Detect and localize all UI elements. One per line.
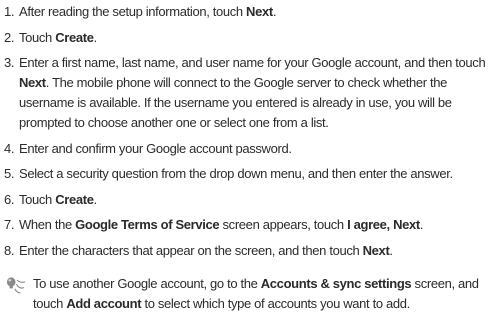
- text-run: Enter a first name, last name, and user …: [19, 55, 486, 70]
- bold-term: Accounts & sync settings: [260, 276, 412, 291]
- bold-term: Next: [19, 75, 46, 90]
- bold-term: Next: [362, 242, 390, 258]
- text-run: After reading the setup information, tou…: [19, 4, 247, 19]
- step-number: 4.: [4, 140, 15, 156]
- step-item: 2. Touch Create.: [4, 28, 498, 48]
- step-text: Enter a first name, last name, and user …: [19, 55, 486, 130]
- step-item: 7. When the Google Terms of Service scree…: [4, 215, 498, 235]
- setup-steps-list: 1. After reading the setup information, t…: [4, 2, 498, 266]
- text-run: . The mobile phone will connect to the G…: [19, 75, 452, 130]
- step-number: 5.: [4, 166, 15, 181]
- text-run: Enter and confirm your Google account pa…: [19, 140, 292, 156]
- bold-term: I agree, Next: [347, 217, 420, 232]
- text-run: Touch: [19, 29, 56, 45]
- text-run: Enter the characters that appear on the …: [19, 242, 363, 258]
- text-run: .: [93, 29, 98, 45]
- instruction-page: 1. After reading the setup information, t…: [0, 0, 501, 323]
- text-run: .: [272, 4, 277, 19]
- step-item: 5. Select a security question from the dr…: [4, 164, 498, 184]
- step-item: 8. Enter the characters that appear on th…: [4, 241, 498, 261]
- step-number: 7.: [4, 217, 15, 232]
- text-run: .: [389, 242, 393, 258]
- text-run: To use another Google account, go to the: [33, 276, 261, 291]
- text-run: screen appears, touch: [219, 217, 348, 232]
- bold-term: Create: [55, 191, 94, 207]
- step-item: 6. Touch Create.: [4, 190, 498, 210]
- step-number: 3.: [4, 55, 15, 70]
- step-text: Touch Create.: [19, 30, 97, 45]
- bold-term: Add account: [66, 296, 142, 311]
- text-run: .: [93, 191, 98, 207]
- step-text: When the Google Terms of Service screen …: [19, 217, 423, 232]
- step-number: 1.: [4, 4, 15, 19]
- tip-note: To use another Google account, go to the…: [6, 274, 498, 314]
- tip-text: To use another Google account, go to the…: [6, 274, 498, 314]
- step-item: 4. Enter and confirm your Google account …: [4, 139, 498, 159]
- step-number: 2.: [4, 29, 15, 45]
- text-run: .: [419, 217, 424, 232]
- tip-icon: [6, 276, 26, 294]
- text-run: When the: [19, 217, 76, 232]
- text-run: Touch: [19, 191, 56, 207]
- step-number: 8.: [4, 242, 15, 258]
- step-text: Touch Create.: [19, 192, 97, 207]
- step-text: Enter and confirm your Google account pa…: [19, 141, 292, 156]
- bold-term: Create: [55, 29, 94, 45]
- step-text: After reading the setup information, tou…: [19, 4, 276, 19]
- step-item: 3. Enter a first name, last name, and use…: [4, 53, 498, 133]
- text-run: to select which type of accounts you wan…: [141, 296, 410, 311]
- step-item: 1. After reading the setup information, t…: [4, 2, 498, 22]
- bold-term: Google Terms of Service: [75, 217, 220, 232]
- bold-term: Next: [246, 4, 273, 19]
- step-text: Enter the characters that appear on the …: [19, 243, 393, 258]
- text-run: Select a security question from the drop…: [19, 166, 453, 181]
- step-text: Select a security question from the drop…: [19, 166, 453, 181]
- step-number: 6.: [4, 191, 15, 207]
